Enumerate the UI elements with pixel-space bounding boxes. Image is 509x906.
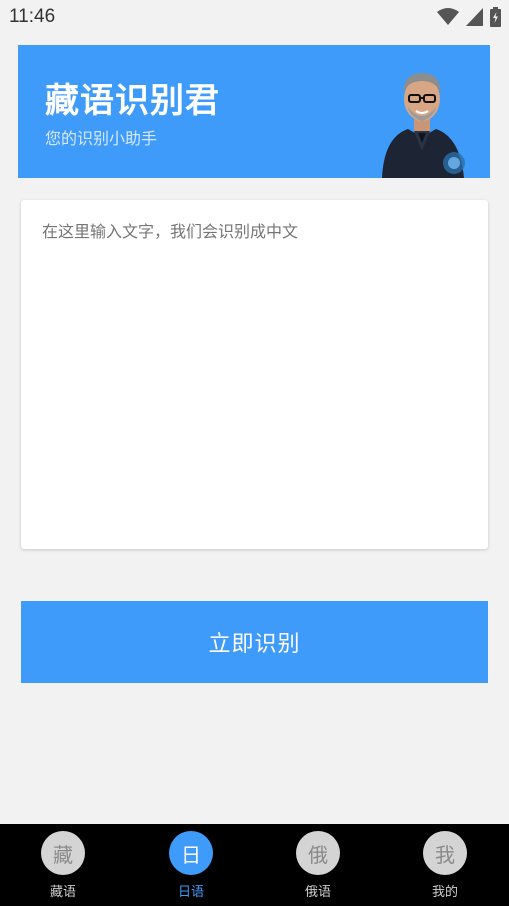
signal-icon (466, 8, 483, 26)
wifi-icon (437, 8, 459, 26)
russian-icon: 俄 (296, 831, 340, 875)
nav-item-tibetan[interactable]: 藏 藏语 (18, 830, 108, 900)
status-bar: 11:46 (0, 0, 509, 34)
nav-label-japanese: 日语 (177, 885, 204, 900)
japanese-icon: 日 (169, 831, 213, 875)
recognize-button[interactable]: 立即识别 (21, 601, 488, 683)
tibetan-icon: 藏 (41, 831, 85, 875)
nav-item-profile[interactable]: 我 我的 (400, 830, 490, 900)
robot-man-avatar (374, 59, 470, 178)
profile-icon: 我 (423, 831, 467, 875)
nav-label-russian: 俄语 (304, 885, 331, 900)
text-input-card[interactable] (21, 200, 488, 549)
nav-item-russian[interactable]: 俄 俄语 (273, 830, 363, 900)
nav-item-japanese[interactable]: 日 日语 (146, 830, 236, 900)
app-title: 藏语识别君 (45, 81, 220, 121)
bottom-nav: 藏 藏语 日 日语 俄 俄语 我 我的 (0, 824, 509, 906)
nav-label-profile: 我的 (431, 885, 458, 900)
nav-label-tibetan: 藏语 (49, 885, 76, 900)
status-icons (437, 6, 501, 28)
status-time: 11:46 (9, 6, 56, 27)
app-subtitle: 您的识别小助手 (45, 129, 158, 148)
text-input[interactable] (42, 222, 462, 241)
header-banner: 藏语识别君 您的识别小助手 (18, 45, 490, 178)
battery-icon (490, 7, 501, 27)
